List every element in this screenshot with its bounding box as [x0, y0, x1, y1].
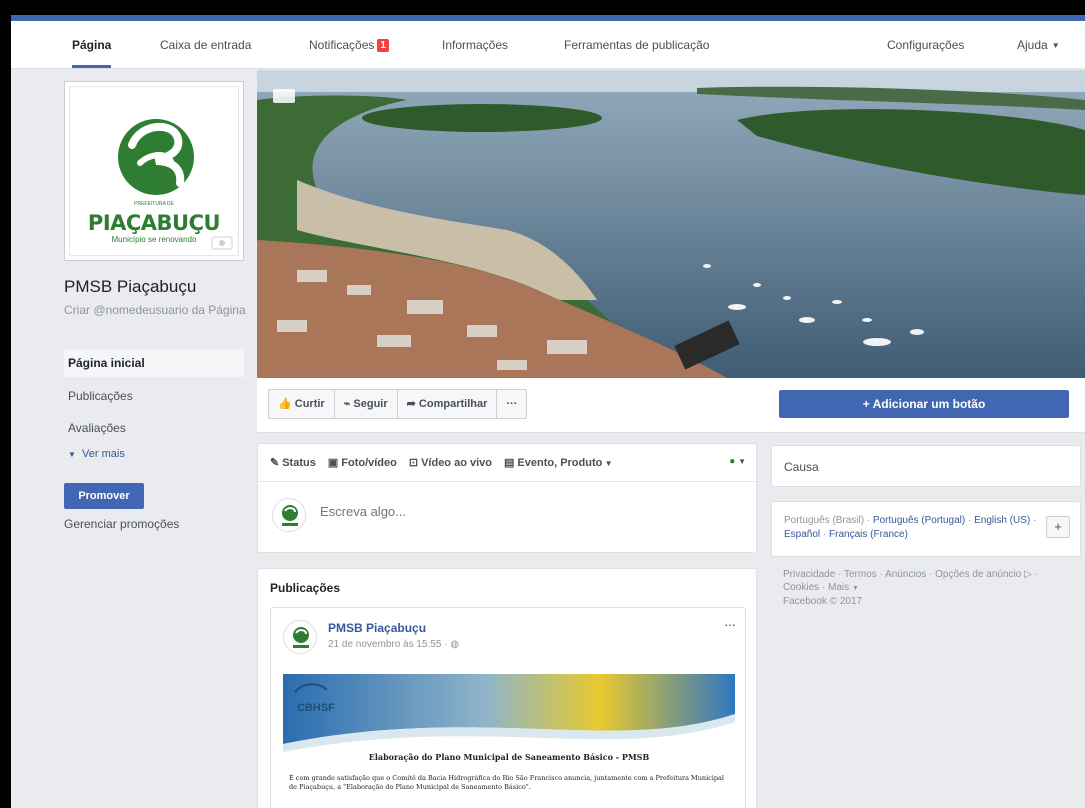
post-options-button[interactable]: ···: [724, 616, 736, 632]
see-more-label: Ver mais: [82, 448, 125, 460]
chevron-down-icon: ▼: [738, 457, 746, 466]
piacabucu-logo-icon: [282, 505, 298, 526]
page-audience-icon: ●: [729, 456, 736, 467]
chevron-down-icon: ▼: [851, 585, 859, 592]
globe-icon: ◍: [450, 639, 460, 650]
tab-inbox[interactable]: Caixa de entrada: [160, 21, 251, 68]
cause-box[interactable]: Causa: [771, 445, 1081, 487]
follow-button[interactable]: ⌁ Seguir: [335, 390, 398, 418]
logo-name-text: PIAÇABUÇU: [87, 211, 221, 235]
camera-icon[interactable]: [273, 89, 295, 103]
footer-links: Privacidade · Termos · Anúncios · Opções…: [783, 569, 1038, 607]
logo-tagline: Município se renovando: [111, 235, 197, 244]
composer-tab-event[interactable]: ▤ Evento, Produto ▼: [504, 456, 613, 469]
chevron-down-icon: ▼: [68, 450, 76, 459]
language-link-en-us[interactable]: English (US): [974, 515, 1030, 526]
post-image-body: É com grande satisfação que o Comitê da …: [289, 774, 724, 791]
tab-publishing-tools[interactable]: Ferramentas de publicação: [564, 21, 709, 68]
river-aerial-photo: [257, 70, 1085, 378]
avatar: [272, 498, 306, 532]
manage-promotions-link[interactable]: Gerenciar promoções: [64, 517, 179, 531]
composer-tab-label: Status: [282, 457, 316, 469]
post-author-name[interactable]: PMSB Piaçabuçu: [328, 621, 426, 635]
copyright: Facebook © 2017: [783, 596, 863, 607]
footer-link-privacy[interactable]: Privacidade: [783, 569, 835, 580]
profile-picture[interactable]: PREFEITURA DE PIAÇABUÇU Município se ren…: [64, 81, 244, 261]
language-link-fr[interactable]: Français (France): [829, 529, 908, 540]
left-nav-reviews[interactable]: Avaliações: [64, 414, 244, 442]
rss-icon: ⌁: [343, 398, 351, 410]
promote-button[interactable]: Promover: [64, 483, 144, 509]
composer-tab-label: Foto/vídeo: [341, 457, 397, 469]
audience-selector[interactable]: ● ▼: [729, 456, 746, 467]
tab-notifications-label: Notificações: [309, 38, 375, 52]
composer-tab-photo[interactable]: ▣ Foto/vídeo: [328, 456, 397, 469]
left-nav-posts[interactable]: Publicações: [64, 382, 244, 410]
follow-label: Seguir: [353, 398, 388, 410]
footer-link-terms[interactable]: Termos: [844, 569, 877, 580]
ad-choices-icon: ▷: [1024, 569, 1032, 580]
language-selector: Português (Brasil) · Português (Portugal…: [771, 501, 1081, 557]
cbhsf-logo-text: CBHSF: [297, 702, 335, 714]
post-time-label: 21 de novembro às 15:55: [328, 639, 442, 650]
composer-tab-label: Evento, Produto: [517, 457, 603, 469]
tab-page[interactable]: Página: [72, 21, 112, 68]
footer-link-ads[interactable]: Anúncios: [885, 569, 926, 580]
footer-link-cookies[interactable]: Cookies: [783, 582, 819, 593]
page-action-bar: 👍 Curtir ⌁ Seguir ➦ Compartilhar ··· + A…: [257, 378, 1085, 433]
share-arrow-icon: ➦: [406, 398, 416, 410]
notification-count-badge: 1: [377, 39, 389, 52]
composer-body: [258, 482, 756, 552]
post-image[interactable]: CBHSF Elaboração do Plano Municipal de S…: [283, 674, 735, 808]
piacabucu-logo-icon: [293, 627, 309, 648]
page-title[interactable]: PMSB Piaçabuçu: [64, 277, 196, 297]
tab-notifications[interactable]: Notificações 1: [309, 21, 389, 68]
facebook-page-window: Página Caixa de entrada Notificações 1 In…: [11, 15, 1085, 808]
left-nav-home[interactable]: Página inicial: [64, 349, 244, 377]
photo-icon: ▣: [327, 457, 339, 469]
post-timestamp[interactable]: 21 de novembro às 15:55 · ◍: [328, 639, 459, 650]
thumbs-up-icon: 👍: [278, 398, 292, 410]
tab-settings[interactable]: Configurações: [887, 21, 964, 68]
share-label: Compartilhar: [418, 398, 488, 410]
composer-tab-status[interactable]: ✎ Status: [270, 456, 316, 469]
composer-tab-live[interactable]: ⊡ Vídeo ao vivo: [409, 456, 492, 469]
post-image-heading: Elaboração do Plano Municipal de Saneame…: [368, 752, 650, 762]
chevron-down-icon: ▼: [1051, 41, 1060, 50]
help-menu[interactable]: Ajuda ▼: [1017, 21, 1060, 68]
calendar-icon: ▤: [504, 457, 515, 469]
tab-insights[interactable]: Informações: [442, 21, 508, 68]
page-action-buttons: 👍 Curtir ⌁ Seguir ➦ Compartilhar ···: [268, 389, 528, 419]
create-username-link[interactable]: Criar @nomedeusuario da Página: [64, 303, 248, 318]
help-label: Ajuda: [1017, 38, 1048, 52]
cover-photo[interactable]: [257, 70, 1085, 378]
like-button[interactable]: 👍 Curtir: [269, 390, 335, 418]
chevron-down-icon: ▼: [602, 459, 613, 468]
like-label: Curtir: [294, 398, 325, 410]
logo-prefeitura-text: PREFEITURA DE: [134, 201, 174, 207]
write-something-input[interactable]: [320, 504, 720, 519]
posts-section-title: Publicações: [270, 581, 341, 595]
posts-section: Publicações PMSB Piaçabuçu 21 de novembr…: [257, 568, 757, 808]
more-actions-button[interactable]: ···: [497, 390, 526, 418]
composer-tabs: ✎ Status ▣ Foto/vídeo ⊡ Vídeo ao vivo ▤ Even…: [258, 444, 756, 482]
footer-link-more[interactable]: Mais: [828, 582, 849, 593]
language-link-pt-pt[interactable]: Português (Portugal): [873, 515, 965, 526]
add-language-button[interactable]: +: [1046, 516, 1070, 538]
post-card: PMSB Piaçabuçu 21 de novembro às 15:55 ·…: [270, 607, 746, 808]
post-composer: ✎ Status ▣ Foto/vídeo ⊡ Vídeo ao vivo ▤ Even…: [257, 443, 757, 553]
share-button[interactable]: ➦ Compartilhar: [398, 390, 498, 418]
pencil-icon: ✎: [270, 457, 280, 469]
post-author-avatar[interactable]: [283, 620, 317, 654]
profile-logo: PREFEITURA DE PIAÇABUÇU Município se ren…: [69, 86, 239, 256]
see-more-link[interactable]: ▼ Ver mais: [68, 448, 125, 460]
add-button-cta[interactable]: + Adicionar um botão: [779, 390, 1069, 418]
current-language: Português (Brasil): [784, 515, 865, 526]
page-top-navigation: Página Caixa de entrada Notificações 1 In…: [11, 21, 1085, 69]
footer-link-ad-choices[interactable]: Opções de anúncio: [935, 569, 1021, 580]
composer-tab-label: Vídeo ao vivo: [421, 457, 492, 469]
language-link-es[interactable]: Español: [784, 529, 820, 540]
live-video-icon: ⊡: [408, 457, 419, 469]
